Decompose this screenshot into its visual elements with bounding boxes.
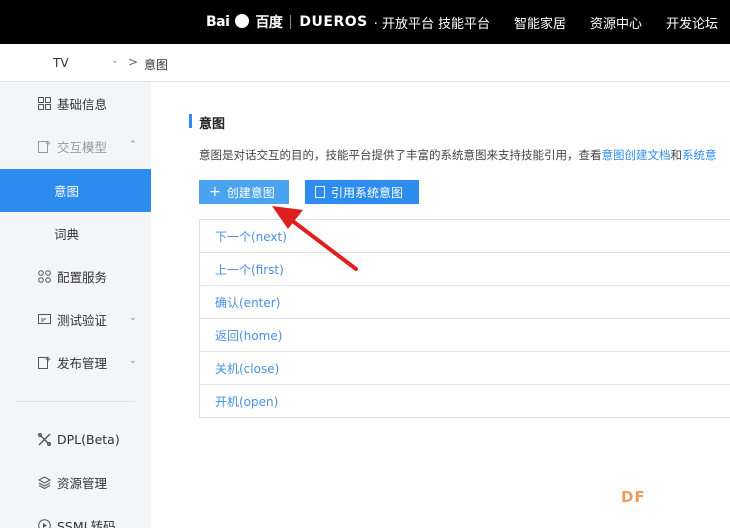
grid-icon [37, 97, 51, 111]
intent-link[interactable]: 确认(enter) [215, 294, 280, 311]
sidebar-item-interaction-model[interactable]: 交互模型 ⌃ [0, 125, 151, 168]
top-header: Bai 百度 DUEROS · 开放平台 技能平台 智能家居 资源中心 开发论坛 [0, 0, 730, 44]
list-item[interactable]: 确认(enter) [200, 286, 730, 319]
list-item[interactable]: 下一个(next) [200, 220, 730, 253]
create-intent-label: 创建意图 [226, 185, 275, 200]
list-item[interactable]: 上一个(first) [200, 253, 730, 286]
brand-dueros-text: DUER [299, 14, 345, 30]
sidebar-item-label: 交互模型 [57, 140, 108, 155]
sidebar-item-label: 意图 [54, 184, 80, 199]
breadcrumb: TV ⌄ > 意图 [0, 44, 730, 82]
breadcrumb-current: 意图 [144, 58, 169, 72]
brand-logo[interactable]: Bai 百度 DUEROS · 开放平台 [206, 0, 434, 44]
tools-icon [37, 433, 51, 447]
reference-system-intent-button[interactable]: 引用系统意图 [305, 180, 419, 204]
sidebar-item-test-verify[interactable]: 测试验证 ⌄ [0, 298, 151, 341]
brand-bai: Bai [206, 14, 230, 30]
sidebar-item-label: DPL(Beta) [57, 432, 120, 447]
intent-list: 下一个(next) 上一个(first) 确认(enter) 返回(home) … [199, 219, 730, 418]
intent-link[interactable]: 返回(home) [215, 327, 282, 344]
reference-intent-label: 引用系统意图 [331, 185, 404, 200]
document-icon [315, 186, 325, 198]
nav-resources[interactable]: 资源中心 [590, 13, 642, 32]
page-description: 意图是对话交互的目的，技能平台提供了丰富的系统意图来支持技能引用，查看意图创建文… [199, 147, 717, 163]
edit-plus-icon [37, 140, 51, 154]
sidebar-item-dpl[interactable]: DPL(Beta) [0, 418, 151, 461]
main-content: 意图 意图是对话交互的目的，技能平台提供了丰富的系统意图来支持技能引用，查看意图… [151, 82, 730, 528]
sidebar-item-basic-info[interactable]: 基础信息 [0, 82, 151, 125]
nav-smart-home[interactable]: 智能家居 [514, 13, 566, 32]
watermark-logo: DF [621, 488, 646, 506]
edit-plus-icon [37, 356, 51, 370]
page-title: 意图 [199, 117, 226, 132]
brand-divider [290, 15, 292, 29]
description-and: 和 [670, 148, 683, 162]
device-selector[interactable]: TV [53, 56, 69, 70]
sidebar-item-label: 词典 [54, 227, 80, 242]
breadcrumb-separator: > [128, 55, 139, 69]
play-circle-icon [37, 519, 51, 528]
nav-skills[interactable]: 技能平台 [438, 13, 490, 32]
cluster-icon [37, 270, 51, 284]
chevron-up-icon: ⌃ [129, 140, 137, 150]
baidu-paw-icon [235, 14, 250, 28]
list-item[interactable]: 关机(close) [200, 352, 730, 385]
sidebar-divider [15, 401, 135, 402]
title-accent-bar [189, 114, 192, 128]
chevron-down-icon: ⌄ [129, 313, 137, 323]
create-intent-button[interactable]: + 创建意图 [199, 180, 289, 204]
intent-link[interactable]: 下一个(next) [215, 228, 287, 245]
top-nav: 技能平台 智能家居 资源中心 开发论坛 [438, 0, 718, 44]
layers-icon [37, 476, 51, 490]
list-item[interactable]: 开机(open) [200, 385, 730, 418]
plus-icon: + [209, 184, 221, 200]
sidebar-item-label: 测试验证 [57, 313, 108, 328]
sidebar: 基础信息 交互模型 ⌃ 意图 词典 配置服务 测试验证 ⌄ 发布管理 ⌄ DPL… [0, 82, 151, 528]
sidebar-item-label: 资源管理 [57, 476, 108, 491]
sidebar-item-label: 发布管理 [57, 356, 108, 371]
sidebar-item-label: 基础信息 [57, 97, 108, 112]
sidebar-item-dictionary[interactable]: 词典 [0, 212, 151, 255]
brand-du: 百度 [255, 15, 283, 31]
intent-doc-link[interactable]: 意图创建文档 [602, 148, 671, 162]
brand-dueros: DUEROS [299, 14, 367, 30]
chevron-down-icon: ⌄ [129, 356, 137, 366]
list-item[interactable]: 返回(home) [200, 319, 730, 352]
sidebar-item-intent[interactable]: 意图 [0, 169, 151, 212]
intent-link[interactable]: 开机(open) [215, 393, 278, 410]
brand-subtitle: · 开放平台 [373, 16, 435, 32]
sidebar-item-label: SSML转码 [57, 519, 116, 528]
sidebar-item-resource[interactable]: 资源管理 [0, 461, 151, 504]
intent-link[interactable]: 关机(close) [215, 360, 279, 377]
sidebar-item-ssml[interactable]: SSML转码 [0, 504, 151, 528]
description-text: 意图是对话交互的目的，技能平台提供了丰富的系统意图来支持技能引用，查看 [199, 148, 602, 162]
system-intent-link[interactable]: 系统意 [682, 148, 717, 162]
chevron-down-icon[interactable]: ⌄ [111, 56, 119, 66]
brand-os-text: OS [344, 14, 368, 30]
monitor-icon [37, 313, 51, 327]
nav-forum[interactable]: 开发论坛 [666, 13, 718, 32]
sidebar-item-label: 配置服务 [57, 270, 108, 285]
sidebar-item-config-service[interactable]: 配置服务 [0, 255, 151, 298]
intent-link[interactable]: 上一个(first) [215, 261, 284, 278]
sidebar-item-publish[interactable]: 发布管理 ⌄ [0, 341, 151, 384]
